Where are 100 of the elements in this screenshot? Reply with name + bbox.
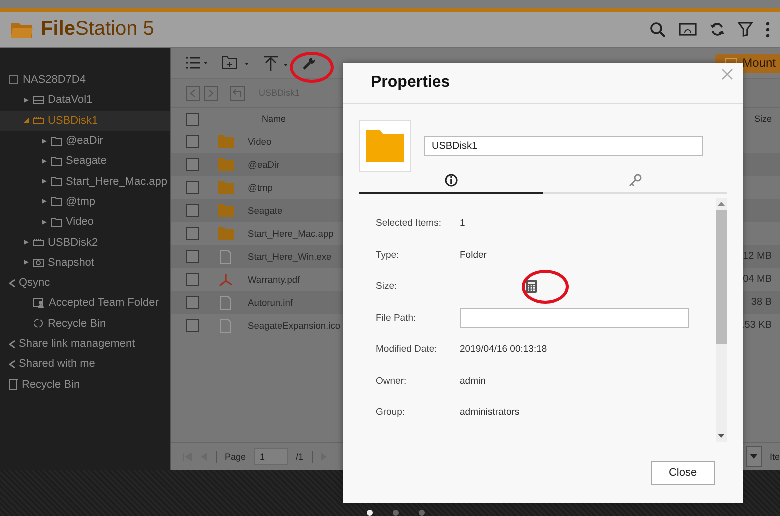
- folder-icon: [218, 158, 234, 171]
- tree-item[interactable]: Recycle Bin: [0, 314, 170, 334]
- filter-icon[interactable]: [738, 22, 753, 37]
- file-name[interactable]: Autorun.inf: [248, 298, 293, 308]
- scroll-down-icon[interactable]: [718, 434, 725, 438]
- key-icon: [628, 174, 642, 187]
- caret-icon[interactable]: [42, 158, 47, 164]
- file-size: 38 B: [751, 297, 773, 308]
- scrollbar[interactable]: [716, 198, 727, 442]
- page-input[interactable]: 1: [254, 448, 288, 465]
- file-name[interactable]: Start_Here_Mac.app: [248, 228, 334, 238]
- items-per-page-label: Ite: [770, 452, 780, 462]
- pdf-icon: [218, 272, 234, 286]
- refresh-icon[interactable]: [710, 22, 725, 37]
- new-folder-icon[interactable]: [222, 56, 249, 70]
- select-all-checkbox[interactable]: [186, 112, 199, 126]
- file-size: .53 KB: [742, 320, 773, 331]
- file-name[interactable]: Video: [248, 136, 272, 146]
- tree-item[interactable]: Share link management: [0, 334, 170, 354]
- caret-icon[interactable]: [42, 199, 47, 204]
- row-checkbox[interactable]: [186, 204, 199, 217]
- dialog-tab[interactable]: [359, 174, 543, 194]
- items-per-page-dropdown[interactable]: [746, 446, 762, 467]
- file-name[interactable]: Seagate: [248, 206, 283, 216]
- folder-icon: [51, 218, 62, 227]
- tree-item[interactable]: Qsync: [0, 272, 170, 294]
- tree-item[interactable]: Accepted Team Folder: [0, 293, 170, 314]
- folder-icon: [51, 197, 62, 206]
- server-icon: [9, 75, 19, 86]
- wrench-icon[interactable]: [303, 56, 316, 70]
- caret-icon[interactable]: [42, 220, 47, 225]
- screen-icon[interactable]: [679, 22, 697, 36]
- caret-icon: [750, 454, 758, 459]
- caret-icon[interactable]: [42, 179, 47, 184]
- team-folder-icon: [33, 298, 45, 308]
- file-name[interactable]: Warranty.pdf: [248, 274, 300, 284]
- scroll-up-icon[interactable]: [718, 202, 725, 206]
- tree-item[interactable]: Shared with me: [0, 354, 170, 374]
- folder-icon: [218, 181, 234, 194]
- row-checkbox[interactable]: [186, 181, 199, 194]
- row-checkbox[interactable]: [186, 273, 199, 286]
- carousel-dot[interactable]: [367, 510, 373, 516]
- tree-item[interactable]: USBDisk1: [0, 110, 170, 131]
- highlight-circle: [522, 270, 569, 304]
- row-checkbox[interactable]: [186, 227, 199, 240]
- tree-item[interactable]: Start_Here_Mac.app: [0, 171, 170, 192]
- row-checkbox[interactable]: [186, 250, 199, 263]
- name-field[interactable]: USBDisk1: [424, 136, 703, 156]
- close-button[interactable]: Close: [651, 461, 715, 485]
- property-label: Selected Items:: [376, 218, 442, 230]
- list-view-icon[interactable]: [186, 57, 208, 69]
- tree-item[interactable]: Recycle Bin: [0, 374, 170, 395]
- tree-item[interactable]: DataVol1: [0, 90, 170, 111]
- folder-icon: [218, 227, 234, 240]
- app-title: FileStation 5: [41, 18, 154, 41]
- file-name[interactable]: SeagateExpansion.ico: [248, 320, 341, 330]
- tree-item[interactable]: Snapshot: [0, 252, 170, 273]
- property-value: 2019/04/16 00:13:18: [460, 344, 548, 356]
- upload-icon[interactable]: [263, 56, 289, 70]
- file-size: 04 MB: [743, 274, 773, 285]
- file-size: 12 MB: [743, 251, 773, 262]
- page-total: /1: [296, 452, 304, 462]
- property-label: Type:: [376, 250, 400, 261]
- folder-icon: [218, 204, 234, 217]
- folder-icon: [51, 177, 62, 186]
- caret-icon[interactable]: [24, 118, 29, 124]
- caret-icon[interactable]: [24, 98, 29, 103]
- tree-item[interactable]: @tmp: [0, 192, 170, 212]
- close-icon[interactable]: [722, 69, 733, 80]
- file-name[interactable]: @eaDir: [248, 160, 280, 170]
- tree-item[interactable]: Video: [0, 212, 170, 232]
- file-name[interactable]: @tmp: [248, 182, 273, 192]
- more-icon[interactable]: [766, 22, 770, 38]
- property-label: Modified Date:: [376, 344, 438, 356]
- tree-item[interactable]: NAS28D7D4: [0, 70, 170, 90]
- folder-icon: [218, 135, 234, 148]
- caret-icon[interactable]: [42, 138, 47, 144]
- tree-item[interactable]: Seagate: [0, 151, 170, 172]
- row-checkbox[interactable]: [186, 158, 199, 171]
- row-checkbox[interactable]: [186, 296, 199, 309]
- recycle-icon: [33, 318, 44, 330]
- property-label: Group:: [376, 407, 406, 418]
- tree-item[interactable]: USBDisk2: [0, 232, 170, 253]
- column-header[interactable]: Name: [262, 114, 286, 124]
- trash-icon: [9, 378, 18, 392]
- caret-icon[interactable]: [24, 260, 29, 266]
- property-value: administrators: [460, 407, 520, 418]
- camera-icon: [33, 258, 44, 268]
- file-name[interactable]: Start_Here_Win.exe: [248, 252, 332, 262]
- calculator-icon[interactable]: [526, 280, 537, 294]
- search-icon[interactable]: [650, 22, 666, 38]
- caret-icon[interactable]: [24, 240, 29, 246]
- carousel-dot[interactable]: [419, 510, 425, 516]
- carousel-dot[interactable]: [393, 510, 399, 516]
- page-label: Page: [225, 452, 246, 462]
- row-checkbox[interactable]: [186, 135, 199, 148]
- row-checkbox[interactable]: [186, 319, 199, 332]
- tree-item[interactable]: @eaDir: [0, 130, 170, 152]
- file-path-field[interactable]: [460, 308, 689, 328]
- column-header[interactable]: Size: [754, 114, 780, 124]
